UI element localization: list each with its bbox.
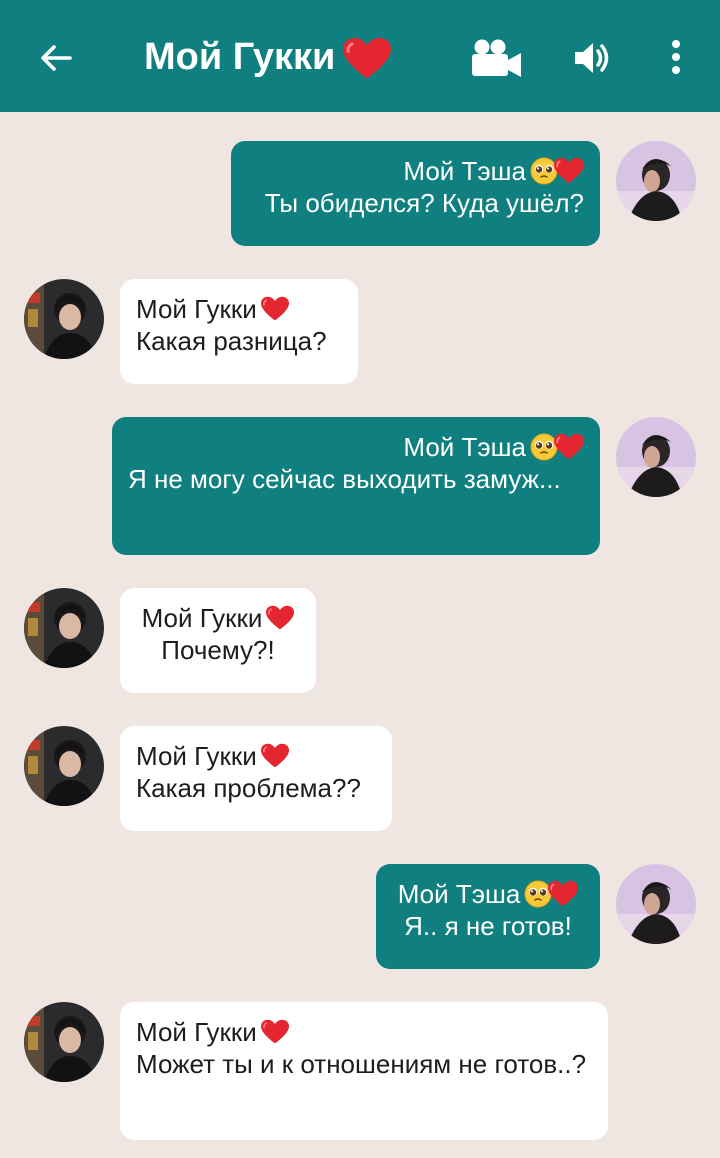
red-heart-icon [554,433,584,461]
sender-name: Мой Тэша [392,878,584,910]
red-heart-icon [261,295,289,323]
message-text: Я не могу сейчас выходить замуж... [128,464,561,494]
back-arrow-icon[interactable] [36,38,76,78]
message-text: Я.. я не готов! [404,911,572,941]
avatar-gukki[interactable] [24,588,104,668]
message-text: Какая проблема?? [136,773,361,803]
avatar-tesha[interactable] [616,864,696,944]
message-bubble-outgoing[interactable]: Мой Тэша Я.. я не готов! [376,864,600,969]
message-bubble-incoming[interactable]: Мой Гукки Какая проблема?? [120,726,392,831]
message-bubble-incoming[interactable]: Мой Гукки Какая разница? [120,279,358,384]
message-text: Ты обиделся? Куда ушёл? [264,188,584,218]
avatar-gukki[interactable] [24,279,104,359]
more-vert-icon[interactable] [664,38,688,78]
sender-name: Мой Тэша [247,155,584,187]
avatar-gukki[interactable] [24,726,104,806]
red-heart-icon [548,880,578,908]
sender-name: Мой Гукки [136,1016,592,1048]
speaker-icon[interactable] [572,38,612,78]
avatar-tesha[interactable] [616,417,696,497]
message-bubble-incoming[interactable]: Мой Гукки Почему?! [120,588,316,693]
red-heart-icon [343,38,391,80]
avatar-gukki[interactable] [24,1002,104,1082]
message-text: Может ты и к отношениям не готов..? [136,1049,587,1079]
message-bubble-outgoing[interactable]: Мой Тэша Ты обиделся? Куда ушёл? [231,141,600,246]
sender-name: Мой Гукки [136,602,300,634]
message-bubble-outgoing[interactable]: Мой Тэша Я не могу сейчас выходить замуж… [112,417,600,555]
red-heart-icon [554,157,584,185]
red-heart-icon [266,604,294,632]
video-camera-icon[interactable] [470,38,522,78]
message-bubble-incoming[interactable]: Мой Гукки Может ты и к отношениям не гот… [120,1002,608,1140]
red-heart-icon [261,1018,289,1046]
red-heart-icon [261,742,289,770]
chat-header: Мой Гукки [0,0,720,112]
chat-title: Мой Гукки [144,32,391,82]
chat-title-text: Мой Гукки [144,36,336,78]
sender-name: Мой Гукки [136,293,342,325]
message-text: Какая разница? [136,326,327,356]
avatar-tesha[interactable] [616,141,696,221]
message-text: Почему?! [161,635,275,665]
sender-name: Мой Гукки [136,740,376,772]
sender-name: Мой Тэша [128,431,584,463]
